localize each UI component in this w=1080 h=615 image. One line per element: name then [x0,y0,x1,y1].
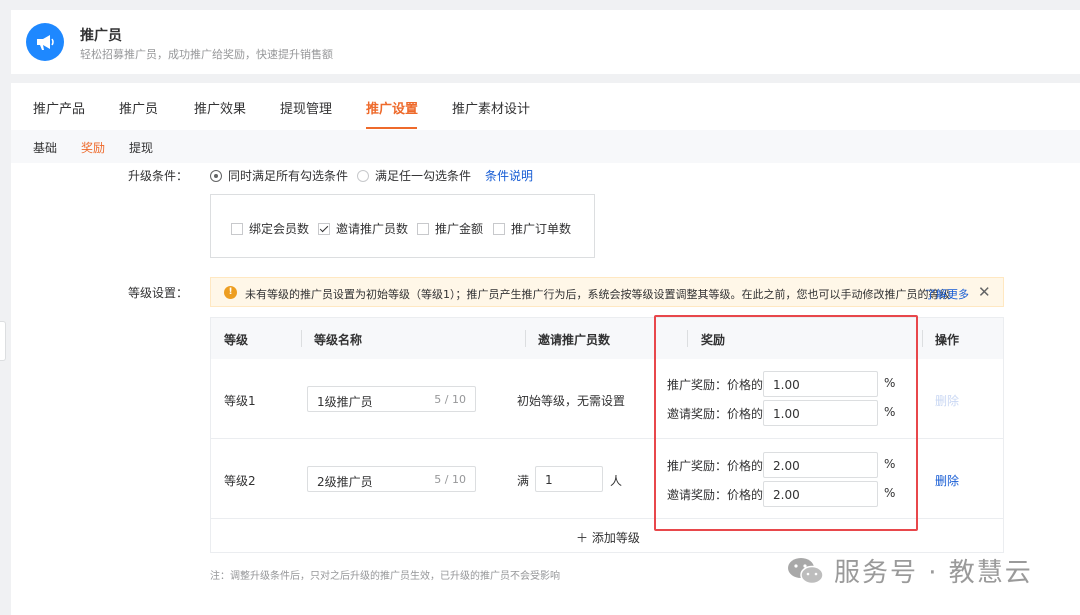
checkbox-invited-promoters[interactable]: 邀请推广员数 [318,220,408,237]
checkbox-promo-amount[interactable]: 推广金额 [417,220,483,237]
condition-help-link[interactable]: 条件说明 [485,167,533,184]
row2-level: 等级2 [224,474,256,488]
row2-promo-value: 2.00 [773,459,800,473]
column-divider [922,330,923,347]
checkbox-icon [231,222,243,235]
checkbox-bound-members[interactable]: 绑定会员数 [231,220,309,237]
col-reward: 奖励 [701,333,726,347]
table-header: 等级 等级名称 邀请推广员数 奖励 操作 [211,318,1003,359]
col-invite-count: 邀请推广员数 [538,333,611,347]
radio-unchecked-icon [357,169,369,182]
tab-promo-results[interactable]: 推广效果 [194,98,246,117]
radio-any-condition[interactable]: 满足任一勾选条件 [357,167,471,184]
level-notice-banner: ! 未有等级的推广员设置为初始等级（等级1）；推广员产生推广行为后，系统会按等级… [210,277,1004,307]
row1-invite-reward-input[interactable]: 1.00 [763,400,878,426]
watermark-text: 服务号 · 教慧云 [834,558,1033,588]
row1-invite-reward-label: 邀请奖励：价格的 [667,407,764,421]
checkbox-label: 推广金额 [435,222,484,236]
row2-name-count: 5 / 10 [434,473,466,486]
col-actions: 操作 [935,333,960,347]
radio-all-label: 同时满足所有勾选条件 [228,169,349,183]
page-subtitle: 轻松招募推广员，成功推广给奖励，快速提升销售额 [80,48,333,61]
subtab-basic[interactable]: 基础 [33,139,57,156]
upgrade-condition-label: 升级条件： [128,169,189,183]
checkbox-checked-icon [318,222,330,235]
column-divider [687,330,688,347]
row1-name-count: 5 / 10 [434,393,466,406]
checkbox-label: 邀请推广员数 [336,222,409,236]
checkbox-icon [493,222,505,235]
radio-any-label: 满足任一勾选条件 [375,169,472,183]
close-icon[interactable]: ✕ [978,283,991,301]
condition-checkbox-group: 绑定会员数 邀请推广员数 推广金额 推广订单数 [210,194,595,258]
tab-promoters[interactable]: 推广员 [119,98,158,117]
col-level-name: 等级名称 [314,333,363,347]
radio-checked-icon [210,169,222,182]
column-divider [301,330,302,347]
tab-promo-products[interactable]: 推广产品 [33,98,85,117]
row2-delete-button[interactable]: 删除 [935,472,959,489]
row2-invite-reward-value: 2.00 [773,488,800,502]
watermark: 服务号 · 教慧云 [786,552,1033,589]
header-card: 推广员 轻松招募推广员，成功推广给奖励，快速提升销售额 [11,10,1080,74]
row1-delete-button[interactable]: 删除 [935,392,959,409]
row2-invite-suffix: 人 [610,474,623,488]
row1-promo-percent: % [884,376,896,390]
row2-name-input[interactable]: 2级推广员 5 / 10 [307,466,476,492]
level-settings-label: 等级设置： [128,286,189,300]
row1-name-input[interactable]: 1级推广员 5 / 10 [307,386,476,412]
row1-invite-text: 初始等级，无需设置 [517,394,626,408]
row-divider [211,438,1003,439]
checkbox-label: 绑定会员数 [249,222,310,236]
row2-promo-label: 推广奖励：价格的 [667,459,764,473]
tab-promo-materials[interactable]: 推广素材设计 [452,98,530,117]
row1-name-value: 1级推广员 [317,395,373,409]
warning-icon: ! [224,286,237,299]
add-level-button[interactable]: ＋ 添加等级 [576,529,640,546]
row2-promo-percent: % [884,457,896,471]
learn-more-link[interactable]: 了解更多 [925,286,969,302]
footnote: 注：调整升级条件后，只对之后升级的推广员生效，已升级的推广员不会受影响 [210,571,560,582]
row1-promo-label: 推广奖励：价格的 [667,378,764,392]
tab-promo-settings[interactable]: 推广设置 [366,98,418,117]
row2-invite-reward-label: 邀请奖励：价格的 [667,488,764,502]
level-table: 等级 等级名称 邀请推广员数 奖励 操作 等级1 1级推广员 5 / 10 初始… [210,317,1004,553]
active-tab-indicator [366,127,417,129]
radio-all-conditions[interactable]: 同时满足所有勾选条件 [210,167,348,184]
column-divider [525,330,526,347]
row2-invite-count-input[interactable]: 1 [535,466,603,492]
subtab-reward[interactable]: 奖励 [81,139,105,156]
row1-invite-percent: % [884,405,896,419]
row1-invite-reward-value: 1.00 [773,407,800,421]
tab-withdrawal-management[interactable]: 提现管理 [280,98,332,117]
sub-tabs: 基础 奖励 提现 [11,130,1080,163]
sidebar-collapse-handle[interactable] [0,321,6,361]
row2-promo-input[interactable]: 2.00 [763,452,878,478]
main-tabs: 推广产品 推广员 推广效果 提现管理 推广设置 推广素材设计 [11,83,1080,130]
notice-text: 未有等级的推广员设置为初始等级（等级1）；推广员产生推广行为后，系统会按等级设置… [245,288,951,301]
row2-invite-reward-input[interactable]: 2.00 [763,481,878,507]
row1-promo-value: 1.00 [773,378,800,392]
col-level: 等级 [224,333,249,347]
subtab-withdraw[interactable]: 提现 [129,139,153,156]
megaphone-icon [26,23,64,61]
row2-name-value: 2级推广员 [317,475,373,489]
row2-invite-percent: % [884,486,896,500]
wechat-icon [788,557,824,584]
main-panel: 推广产品 推广员 推广效果 提现管理 推广设置 推广素材设计 基础 奖励 提现 … [11,83,1080,615]
row2-invite-count-value: 1 [545,473,553,487]
row-divider [211,518,1003,519]
row2-invite-prefix: 满 [517,474,530,488]
checkbox-icon [417,222,429,235]
checkbox-label: 推广订单数 [511,222,572,236]
row1-promo-input[interactable]: 1.00 [763,371,878,397]
checkbox-promo-orders[interactable]: 推广订单数 [493,220,571,237]
page-title: 推广员 [80,28,122,44]
row1-level: 等级1 [224,394,256,408]
